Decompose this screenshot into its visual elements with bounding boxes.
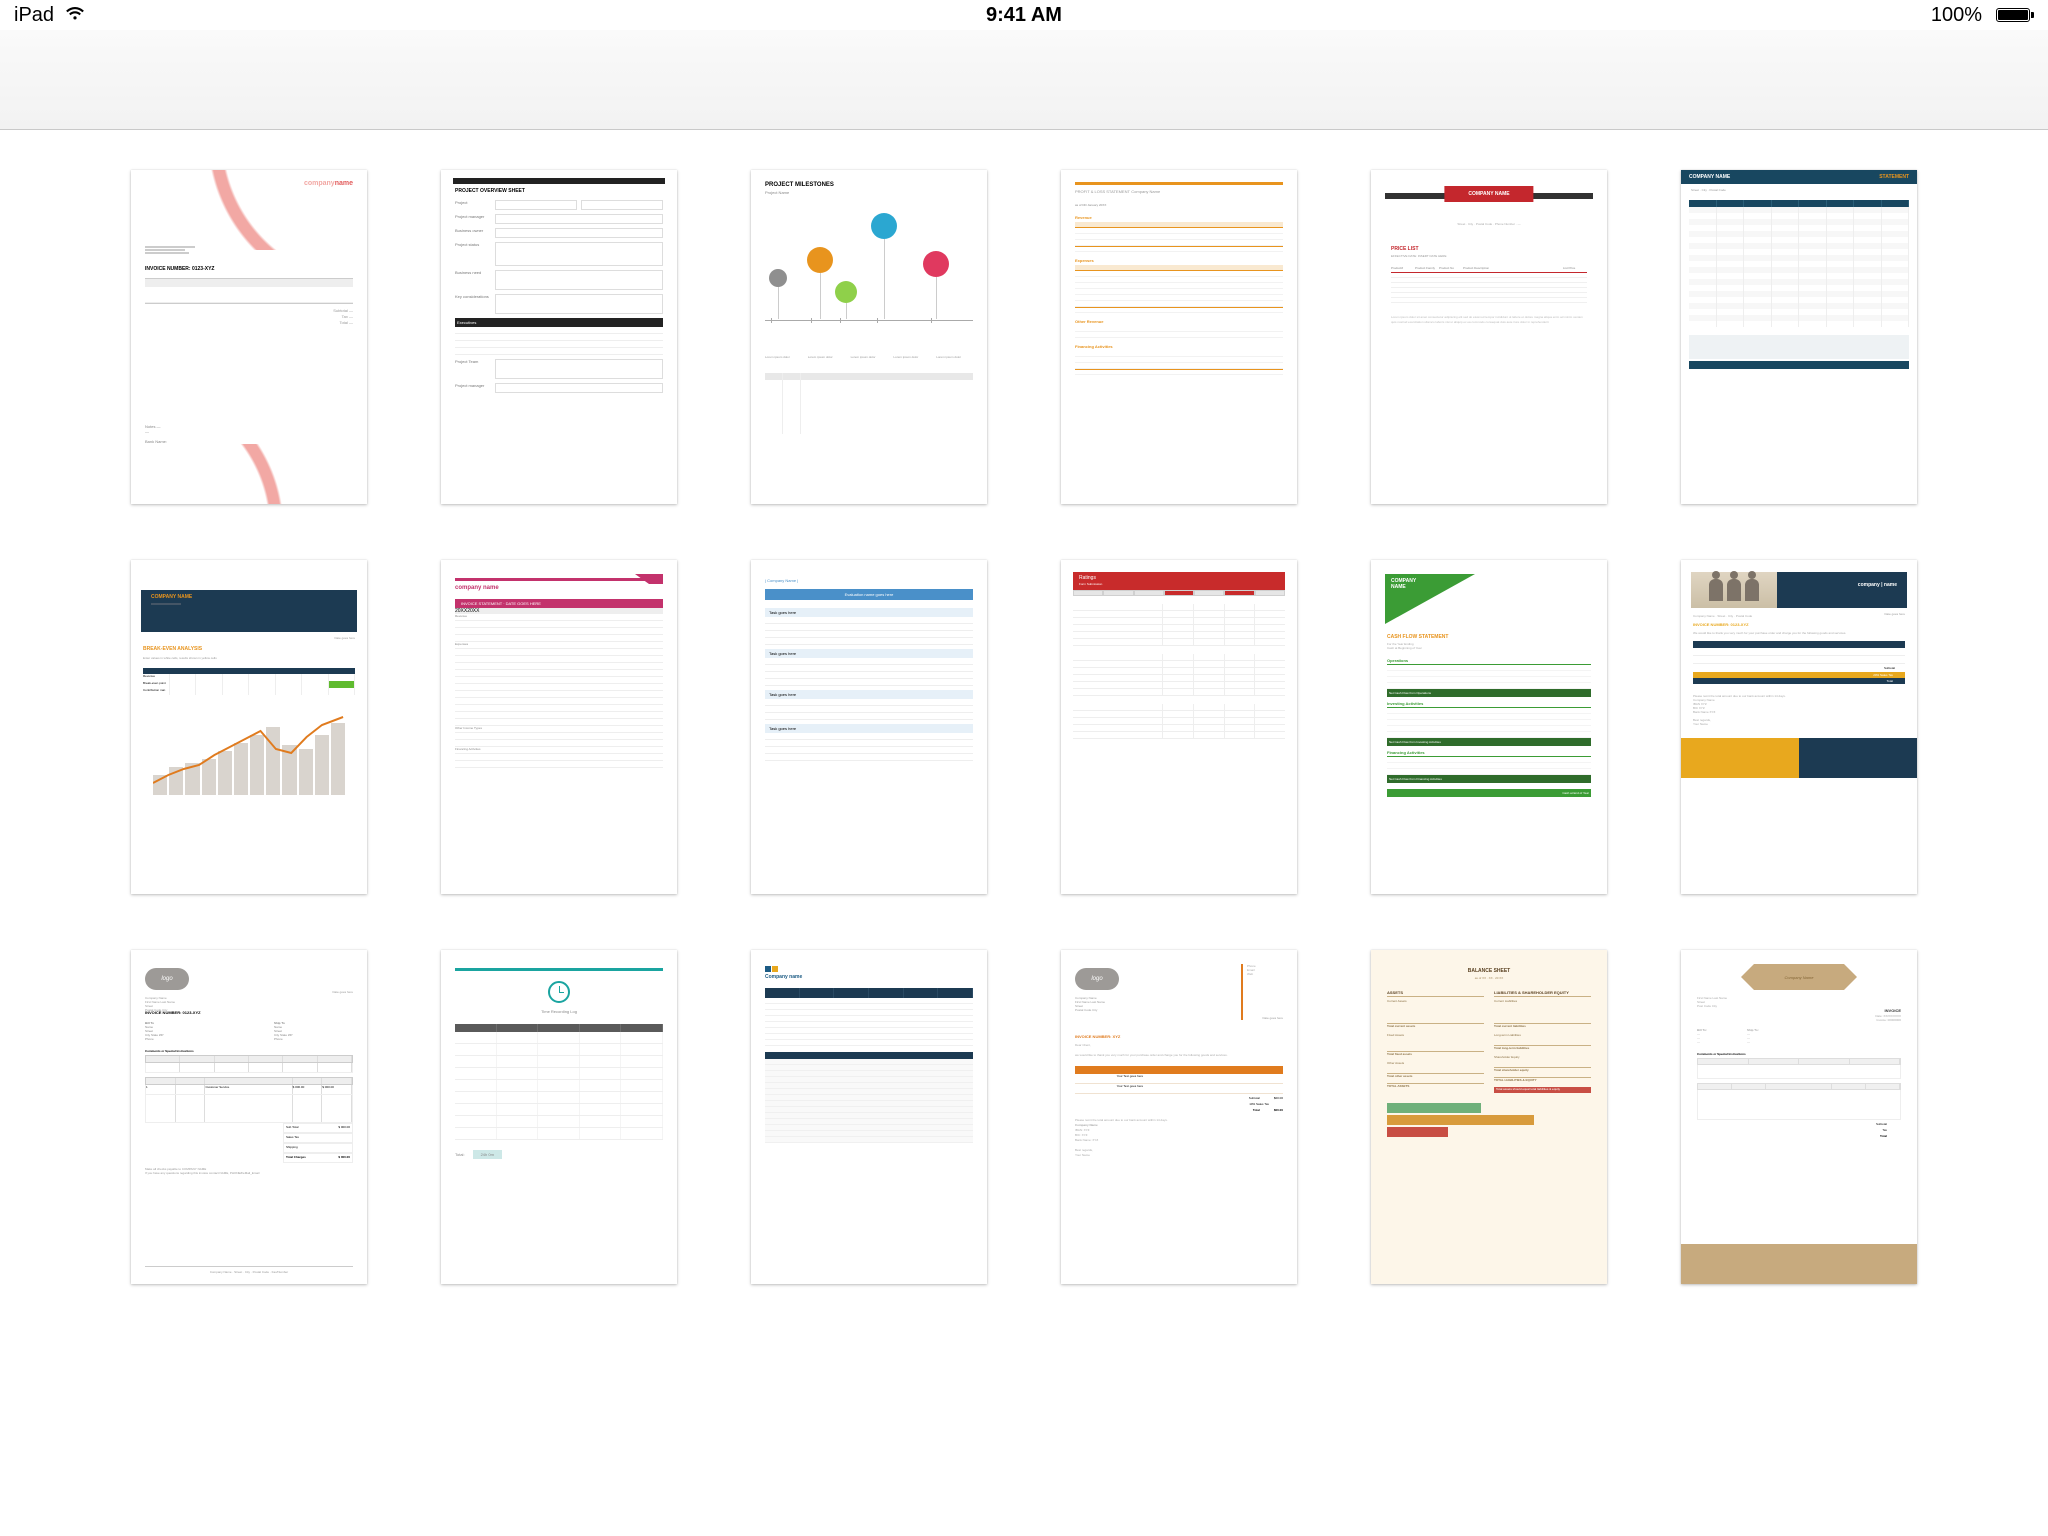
template-logo-invoice[interactable]: logo Company NameFirst Name Last NameStr…: [131, 950, 367, 1284]
template-navy-statement[interactable]: COMPANY NAMESTATEMENT Street · City · Po…: [1681, 170, 1917, 504]
wifi-icon: [64, 4, 86, 27]
template-navy-spreadsheet[interactable]: Company name: [751, 950, 987, 1284]
template-grid: companyname INVOICE NUMBER: 0123-XYZ Sub…: [0, 130, 2048, 1324]
device-label: iPad: [14, 4, 54, 27]
template-profit-loss[interactable]: PROFIT & LOSS STATEMENT Company Name as …: [1061, 170, 1297, 504]
template-time-recording[interactable]: Time Recording Log Total:24h 0m: [441, 950, 677, 1284]
template-red-ratings[interactable]: RatingsForm Submission: [1061, 560, 1297, 894]
template-invoice-pink[interactable]: companyname INVOICE NUMBER: 0123-XYZ Sub…: [131, 170, 367, 504]
template-project-overview[interactable]: PROJECT OVERVIEW SHEET Project Project m…: [441, 170, 677, 504]
template-magenta-statement[interactable]: company name INVOICE STATEMENT · DATE GO…: [441, 560, 677, 894]
clock-icon: [548, 981, 570, 1003]
template-cash-flow[interactable]: COMPANY NAME CASH FLOW STATEMENT For the…: [1371, 560, 1607, 894]
template-orange-invoice[interactable]: logo PhoneEmailWeb Company NameFirst Nam…: [1061, 950, 1297, 1284]
template-company-navy-yellow[interactable]: company | name Company Name · Street · C…: [1681, 560, 1917, 894]
template-blue-evaluation[interactable]: | Company Name | Evaluation name goes he…: [751, 560, 987, 894]
battery-percent: 100%: [1931, 4, 1982, 27]
template-tan-invoice[interactable]: Company Name First Name Last NameStreetP…: [1681, 950, 1917, 1284]
battery-icon: [1992, 8, 2034, 22]
template-price-list[interactable]: COMPANY NAME Street · City · Postal Code…: [1371, 170, 1607, 504]
template-break-even[interactable]: COMPANY NAME Date goes here BREAK-EVEN A…: [131, 560, 367, 894]
status-bar: iPad 9:41 AM 100%: [0, 0, 2048, 30]
clock: 9:41 AM: [986, 4, 1062, 27]
toolbar: [0, 30, 2048, 130]
template-balance-sheet[interactable]: BALANCE SHEET as of XX . XX . 20 XX ASSE…: [1371, 950, 1607, 1284]
template-project-milestones[interactable]: PROJECT MILESTONES Project Name Lorem ip…: [751, 170, 987, 504]
